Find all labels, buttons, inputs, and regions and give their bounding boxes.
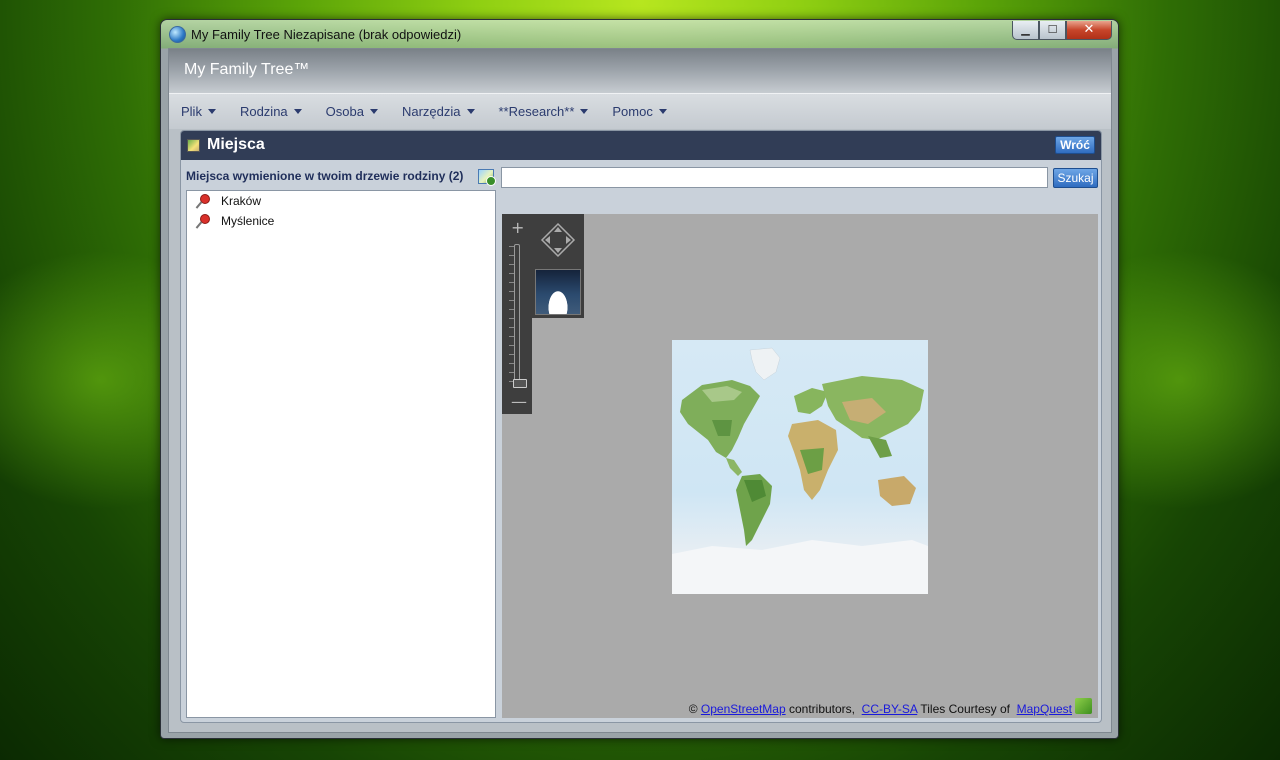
menu-item-label: **Research** xyxy=(498,104,575,119)
mapquest-link[interactable]: MapQuest xyxy=(1017,702,1072,716)
mapquest-logo-icon xyxy=(1075,698,1092,714)
menu-bar: Plik Rodzina Osoba Narzędzia **Research*… xyxy=(169,93,1111,129)
search-button[interactable]: Szukaj xyxy=(1053,168,1098,188)
pushpin-icon xyxy=(195,213,211,229)
attribution-contributors: contributors, xyxy=(788,702,855,716)
pushpin-icon xyxy=(195,193,211,209)
maximize-button[interactable]: ☐ xyxy=(1039,21,1066,40)
map-icon xyxy=(187,139,200,152)
app-header: My Family Tree™ xyxy=(169,49,1111,93)
map-mode-control xyxy=(532,266,584,318)
menu-item-narzedzia[interactable]: Narzędzia xyxy=(402,104,475,119)
family-tree-globe-icon xyxy=(169,26,186,43)
attribution-tiles: Tiles Courtesy of xyxy=(920,702,1010,716)
search-input[interactable] xyxy=(501,167,1048,188)
world-map-tile xyxy=(672,340,928,594)
menu-item-rodzina[interactable]: Rodzina xyxy=(240,104,302,119)
caret-down-icon xyxy=(369,109,378,114)
places-list: Kraków Myślenice xyxy=(186,190,496,718)
back-button[interactable]: Wróć xyxy=(1055,136,1095,154)
panel-title: Miejsca xyxy=(207,136,265,153)
menu-item-pomoc[interactable]: Pomoc xyxy=(612,104,667,119)
list-item[interactable]: Myślenice xyxy=(187,211,495,231)
places-panel: Miejsca Wróć Miejsca wymienione w twoim … xyxy=(180,130,1102,723)
map-view[interactable]: + — © OpenStreetMap contributors, CC-BY-… xyxy=(502,214,1098,718)
caret-down-icon xyxy=(658,109,667,114)
pan-control xyxy=(532,214,584,266)
license-link[interactable]: CC-BY-SA xyxy=(862,702,918,716)
title-bar[interactable]: My Family Tree Niezapisane (brak odpowie… xyxy=(161,20,1118,48)
panel-header: Miejsca Wróć xyxy=(181,131,1101,160)
menu-item-label: Narzędzia xyxy=(401,104,461,119)
map-add-icon[interactable] xyxy=(478,169,496,186)
menu-item-research[interactable]: **Research** xyxy=(499,104,589,119)
zoom-out-button[interactable]: — xyxy=(511,392,527,411)
list-item[interactable]: Kraków xyxy=(187,191,495,211)
app-window: My Family Tree Niezapisane (brak odpowie… xyxy=(160,19,1119,739)
client-area: My Family Tree™ Plik Rodzina Osoba Narzę… xyxy=(168,48,1112,733)
menu-item-osoba[interactable]: Osoba xyxy=(326,104,378,119)
menu-item-label: Plik xyxy=(181,104,202,119)
pan-arrows-icon[interactable] xyxy=(540,222,576,258)
window-title: My Family Tree Niezapisane (brak odpowie… xyxy=(191,27,462,42)
openstreetmap-link[interactable]: OpenStreetMap xyxy=(701,702,786,716)
caret-down-icon xyxy=(207,109,216,114)
caret-down-icon xyxy=(580,109,589,114)
window-controls: ▁ ☐ ✕ xyxy=(1012,21,1112,40)
app-title: My Family Tree™ xyxy=(184,61,310,78)
menu-item-plik[interactable]: Plik xyxy=(181,104,216,119)
caret-down-icon xyxy=(466,109,475,114)
place-label: Myślenice xyxy=(221,214,275,228)
zoom-slider-thumb[interactable] xyxy=(513,379,527,388)
caret-down-icon xyxy=(293,109,302,114)
menu-item-label: Pomoc xyxy=(612,104,653,119)
zoom-control: + — xyxy=(502,214,532,414)
zoom-in-button[interactable]: + xyxy=(511,218,524,237)
place-label: Kraków xyxy=(221,194,262,208)
menu-item-label: Rodzina xyxy=(239,104,288,119)
places-heading: Miejsca wymienione w twoim drzewie rodzi… xyxy=(186,169,464,183)
aerial-mode-thumbnail[interactable] xyxy=(535,269,581,315)
menu-item-label: Osoba xyxy=(325,104,364,119)
zoom-slider-track[interactable] xyxy=(514,244,520,386)
map-attribution: © OpenStreetMap contributors, CC-BY-SA T… xyxy=(689,702,1072,716)
menu: Plik Rodzina Osoba Narzędzia **Research*… xyxy=(181,94,691,129)
world-map-graphic xyxy=(672,347,928,594)
minimize-button[interactable]: ▁ xyxy=(1012,21,1039,40)
attribution-copyright: © xyxy=(688,702,698,716)
close-button[interactable]: ✕ xyxy=(1066,21,1112,40)
